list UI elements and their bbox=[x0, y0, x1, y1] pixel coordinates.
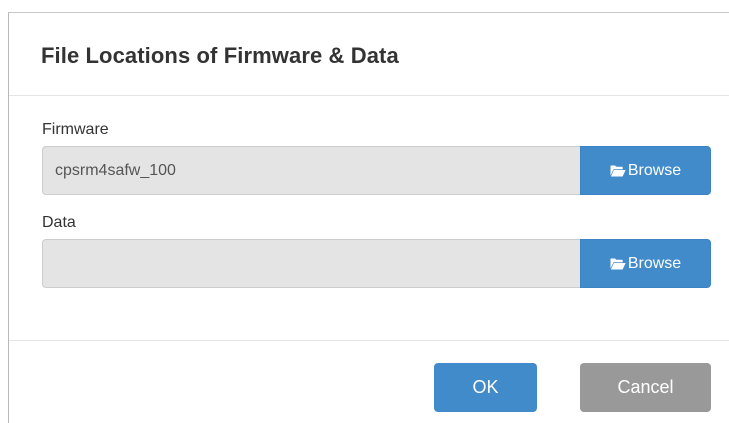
ok-button[interactable]: OK bbox=[434, 363, 537, 412]
firmware-label: Firmware bbox=[42, 121, 109, 138]
folder-open-icon bbox=[610, 165, 626, 177]
data-label: Data bbox=[42, 214, 76, 231]
data-input-group: Browse bbox=[42, 239, 711, 288]
data-browse-button[interactable]: Browse bbox=[580, 239, 711, 288]
firmware-browse-button[interactable]: Browse bbox=[580, 146, 711, 195]
data-browse-label: Browse bbox=[627, 254, 682, 272]
dialog-header: File Locations of Firmware & Data bbox=[9, 13, 729, 96]
page-background: File Locations of Firmware & Data Firmwa… bbox=[0, 0, 729, 423]
file-locations-dialog: File Locations of Firmware & Data Firmwa… bbox=[8, 12, 729, 423]
firmware-browse-label: Browse bbox=[627, 161, 682, 179]
dialog-footer: OK Cancel bbox=[9, 340, 729, 423]
firmware-input-group: Browse bbox=[42, 146, 711, 195]
data-path-input[interactable] bbox=[42, 239, 580, 288]
firmware-path-input[interactable] bbox=[42, 146, 580, 195]
cancel-button[interactable]: Cancel bbox=[580, 363, 711, 412]
folder-open-icon bbox=[610, 258, 626, 270]
dialog-title: File Locations of Firmware & Data bbox=[41, 43, 399, 68]
